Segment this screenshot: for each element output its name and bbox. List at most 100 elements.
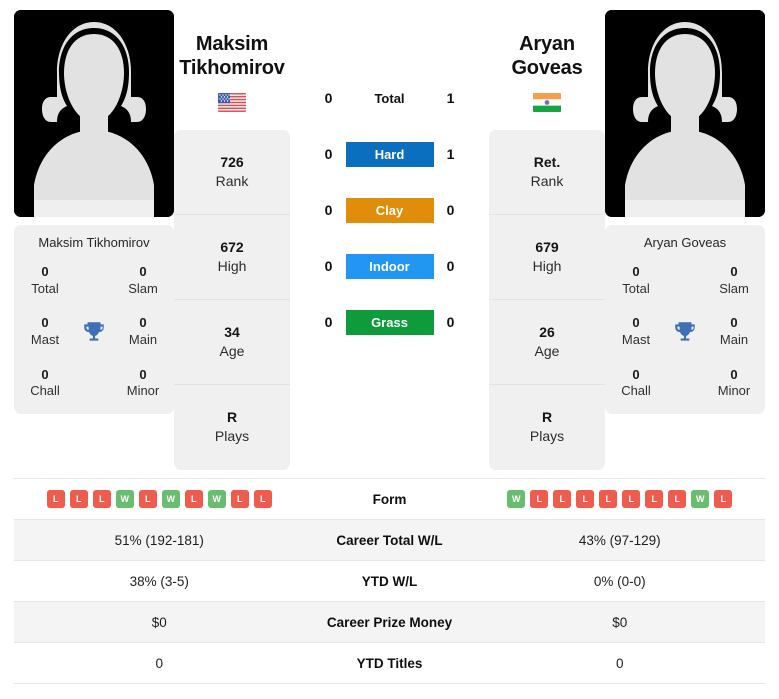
left-trophy-cell bbox=[70, 319, 118, 345]
right-stat-rank-value: Ret. bbox=[533, 153, 561, 170]
table-row-ytd-wl: 38% (3-5) YTD W/L 0% (0-0) bbox=[14, 561, 765, 602]
left-titles-minor-label: Minor bbox=[126, 383, 160, 399]
left-titles-mast-value: 0 bbox=[41, 315, 49, 331]
right-titles-mast-label: Mast bbox=[621, 331, 651, 347]
h2h-clay-bar[interactable]: Clay bbox=[345, 197, 434, 223]
h2h-hard-bar[interactable]: Hard bbox=[345, 141, 434, 167]
left-stat-rank-value: 726 bbox=[220, 153, 244, 170]
right-stat-age: 26 Age bbox=[489, 300, 605, 385]
right-stat-age-label: Age bbox=[534, 342, 560, 359]
right-stat-plays-value: R bbox=[541, 409, 553, 426]
right-stat-high: 679 High bbox=[489, 215, 605, 300]
row-label-career-total-wl: Career Total W/L bbox=[336, 532, 443, 548]
right-titles-grid: 0 Total 0 Slam 0 Mast 0 Main 0 Chall 0 M… bbox=[611, 264, 759, 400]
trophy-icon bbox=[84, 322, 104, 341]
usa-flag-icon bbox=[218, 92, 246, 112]
right-titles-player-name: Aryan Goveas bbox=[643, 235, 727, 250]
left-titles-slam: 0 Slam bbox=[118, 264, 168, 297]
left-player-name-line2: Tikhomirov bbox=[179, 57, 285, 80]
comparison-header: Maksim Tikhomirov 0 Total 0 Slam 0 Mast bbox=[0, 0, 779, 478]
h2h-grass-right-score: 0 bbox=[446, 314, 455, 330]
form-badge-l: L bbox=[576, 490, 595, 508]
right-titles-slam-label: Slam bbox=[719, 280, 749, 296]
right-form-cell: WLLLLLLLWL bbox=[475, 490, 766, 508]
h2h-grass-bar[interactable]: Grass bbox=[345, 309, 434, 335]
form-badge-w: W bbox=[507, 490, 526, 508]
right-titles-chall: 0 Chall bbox=[611, 367, 661, 400]
left-stat-age-label: Age bbox=[219, 342, 245, 359]
h2h-clay-left-score: 0 bbox=[324, 202, 333, 218]
left-titles-slam-value: 0 bbox=[139, 264, 147, 279]
left-titles-slam-label: Slam bbox=[128, 280, 158, 296]
left-stat-plays: R Plays bbox=[174, 385, 290, 470]
form-badge-l: L bbox=[645, 490, 664, 508]
right-player-photo bbox=[605, 10, 765, 217]
right-titles-total-label: Total bbox=[622, 280, 650, 296]
left-form-cell: LLLWLWLWLL bbox=[14, 490, 305, 508]
right-titles-chall-label: Chall bbox=[621, 383, 651, 399]
left-titles-total-label: Total bbox=[31, 280, 59, 296]
avatar-silhouette-icon bbox=[14, 10, 174, 217]
left-player-name-block: Maksim Tikhomirov bbox=[174, 10, 290, 112]
row-label-ytd-titles: YTD Titles bbox=[356, 655, 423, 671]
form-badge-l: L bbox=[599, 490, 618, 508]
left-titles-chall-value: 0 bbox=[41, 366, 49, 382]
table-row-form: LLLWLWLWLL Form WLLLLLLLWL bbox=[14, 479, 765, 520]
left-name-and-stats: Maksim Tikhomirov 726 Rank 672 High 34 A… bbox=[174, 10, 290, 478]
left-titles-main-value: 0 bbox=[139, 315, 147, 331]
right-trophy-cell bbox=[661, 319, 709, 345]
right-titles-mast-value: 0 bbox=[632, 315, 640, 331]
right-titles-minor: 0 Minor bbox=[709, 367, 759, 400]
right-titles-main: 0 Main bbox=[709, 315, 759, 348]
form-badge-w: W bbox=[161, 490, 180, 508]
table-row-career-total-wl: 51% (192-181) Career Total W/L 43% (97-1… bbox=[14, 520, 765, 561]
h2h-indoor-left-score: 0 bbox=[324, 258, 333, 274]
left-player-column: Maksim Tikhomirov 0 Total 0 Slam 0 Mast bbox=[14, 10, 174, 478]
h2h-row-indoor: 0 Indoor 0 bbox=[290, 238, 489, 294]
right-player-name-line2: Goveas bbox=[511, 57, 583, 80]
player-comparison-page: Maksim Tikhomirov 0 Total 0 Slam 0 Mast bbox=[0, 0, 779, 699]
left-stat-plays-label: Plays bbox=[214, 428, 250, 445]
right-titles-total-value: 0 bbox=[632, 264, 640, 279]
left-stat-age: 34 Age bbox=[174, 300, 290, 385]
right-titles-slam: 0 Slam bbox=[709, 264, 759, 297]
right-career-prize-money: $0 bbox=[612, 614, 628, 630]
right-career-total-wl: 43% (97-129) bbox=[578, 532, 661, 548]
form-badge-w: W bbox=[115, 490, 134, 508]
h2h-row-clay: 0 Clay 0 bbox=[290, 182, 489, 238]
comparison-table: LLLWLWLWLL Form WLLLLLLLWL 51% (192-181)… bbox=[14, 478, 765, 684]
left-titles-player-name: Maksim Tikhomirov bbox=[38, 235, 150, 250]
right-stat-rank-label: Rank bbox=[530, 172, 564, 189]
right-form-badges: WLLLLLLLWL bbox=[475, 490, 766, 508]
left-player-name-line1: Maksim bbox=[195, 33, 269, 55]
left-form-badges: LLLWLWLWLL bbox=[14, 490, 305, 508]
right-titles-chall-value: 0 bbox=[632, 366, 640, 382]
right-stat-age-value: 26 bbox=[539, 323, 555, 340]
right-ytd-titles: 0 bbox=[615, 655, 624, 671]
h2h-row-total: 0 Total 1 bbox=[290, 70, 489, 126]
form-badge-l: L bbox=[530, 490, 549, 508]
left-ytd-titles: 0 bbox=[155, 655, 163, 671]
form-badge-l: L bbox=[184, 490, 203, 508]
right-name-and-stats: Aryan Goveas Ret. Rank 679 High 26 Age R… bbox=[489, 10, 605, 478]
right-player-name-block: Aryan Goveas bbox=[489, 10, 605, 112]
right-titles-slam-value: 0 bbox=[730, 264, 738, 279]
trophy-icon bbox=[675, 322, 695, 341]
form-badge-w: W bbox=[691, 490, 710, 508]
india-flag-icon bbox=[533, 92, 561, 112]
right-stat-high-value: 679 bbox=[535, 238, 559, 255]
left-player-photo bbox=[14, 10, 174, 217]
right-stat-high-label: High bbox=[532, 257, 562, 274]
form-badge-l: L bbox=[138, 490, 157, 508]
h2h-hard-left-score: 0 bbox=[324, 146, 333, 162]
left-ytd-wl: 38% (3-5) bbox=[129, 573, 189, 589]
left-stat-rank: 726 Rank bbox=[174, 130, 290, 215]
h2h-indoor-bar[interactable]: Indoor bbox=[345, 253, 434, 279]
right-titles-minor-value: 0 bbox=[730, 366, 738, 382]
left-titles-card: Maksim Tikhomirov 0 Total 0 Slam 0 Mast bbox=[14, 225, 174, 414]
right-ytd-wl: 0% (0-0) bbox=[593, 573, 646, 589]
right-titles-mast: 0 Mast bbox=[611, 315, 661, 348]
left-titles-chall-label: Chall bbox=[30, 383, 60, 399]
left-titles-minor-value: 0 bbox=[139, 366, 147, 382]
left-stat-age-value: 34 bbox=[224, 323, 240, 340]
